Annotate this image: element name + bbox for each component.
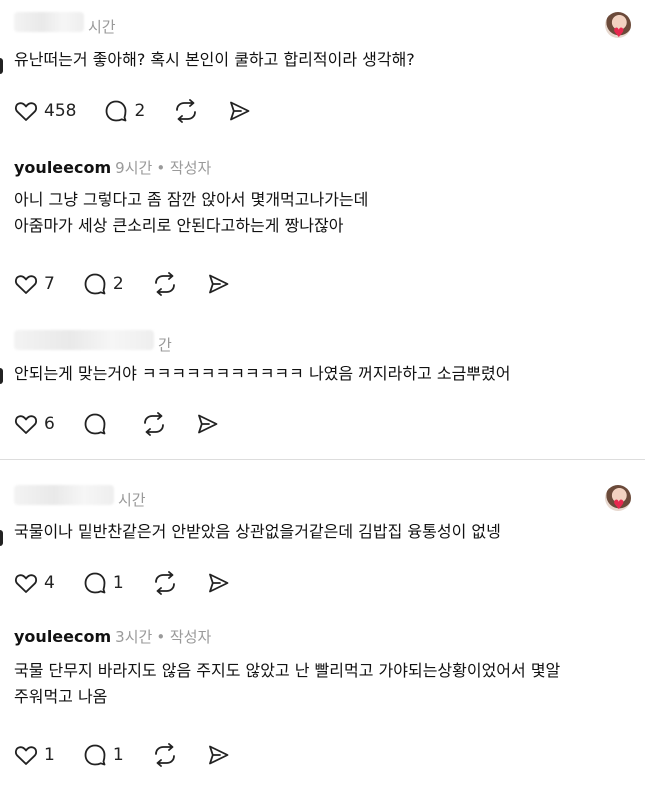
paper-plane-icon (197, 414, 218, 434)
comment-line: 국물 단무지 바라지도 않음 주지도 않았고 난 빨리먹고 가야되는상황이었어서… (14, 661, 561, 680)
timestamp: 시간 (118, 491, 146, 509)
like-button[interactable]: 458 (14, 100, 76, 122)
blurred-username (14, 485, 114, 505)
repost-button[interactable] (141, 412, 167, 436)
comment-text: 안되는게 맞는거야 ㅋㅋㅋㅋㅋㅋㅋㅋㅋㅋㅋ 나였음 꺼지라하고 소금뿌렸어 (14, 361, 510, 387)
comment-header: youleecom 9시간 • 작성자 (14, 157, 211, 178)
repost-button[interactable] (152, 272, 178, 296)
timestamp: 시간 (88, 18, 116, 36)
speech-bubble-icon (84, 273, 106, 295)
like-count: 458 (44, 101, 77, 121)
share-button[interactable] (195, 412, 219, 436)
share-button[interactable] (206, 571, 230, 595)
comment-line: 아니 그냥 그렇다고 좀 잠깐 앉아서 몇개먹고나가는데 (14, 190, 369, 209)
action-bar: 4 1 (14, 569, 258, 597)
comment-line: 유난떠는거 좋아해? 혹시 본인이 쿨하고 합리적이라 생각해? (14, 50, 415, 69)
comment-text: 국물이나 밑반찬같은거 안받았음 상관없을거같은데 김밥집 융통성이 없넹 (14, 519, 501, 545)
timestamp: 간 (158, 336, 172, 354)
like-count: 7 (44, 274, 55, 294)
repost-arrows-icon (154, 571, 175, 595)
username[interactable]: youleecom (14, 158, 111, 177)
repost-arrows-icon (154, 743, 175, 767)
reply-count: 1 (112, 573, 124, 593)
reply-count: 2 (112, 274, 124, 294)
reply-button[interactable] (83, 412, 113, 436)
thread-line (0, 530, 3, 546)
heart-outline-icon (14, 574, 38, 593)
like-button[interactable]: 4 (14, 572, 55, 594)
action-bar: 6 (14, 410, 247, 438)
speech-bubble-icon (84, 572, 106, 594)
timestamp: 3시간 (115, 628, 153, 646)
speech-bubble-icon (84, 744, 106, 766)
comment-line: 아줌마가 세상 큰소리로 안된다고하는게 짱나잖아 (14, 216, 344, 235)
reply-button[interactable]: 1 (83, 571, 124, 595)
comment-header: 간 (14, 330, 172, 355)
like-button[interactable]: 6 (14, 413, 55, 435)
timestamp: 9시간 (115, 159, 153, 177)
reply-button[interactable]: 1 (83, 743, 124, 767)
paper-plane-icon (208, 573, 229, 593)
heart-outline-icon (14, 102, 38, 121)
comment-line: 국물이나 밑반찬같은거 안받았음 상관없을거같은데 김밥집 융통성이 없넹 (14, 522, 501, 541)
blurred-username (14, 330, 154, 350)
repost-arrows-icon (154, 272, 175, 296)
share-button[interactable] (227, 99, 251, 123)
repost-arrows-icon (143, 412, 164, 436)
like-button[interactable]: 1 (14, 744, 55, 766)
action-bar: 1 1 (14, 741, 258, 769)
comment-text: 아니 그냥 그렇다고 좀 잠깐 앉아서 몇개먹고나가는데 아줌마가 세상 큰소리… (14, 187, 368, 239)
comment-header: youleecom 3시간 • 작성자 (14, 626, 211, 647)
speech-bubble-icon (84, 413, 106, 435)
reply-button[interactable]: 2 (104, 99, 145, 123)
author-tag: • 작성자 (156, 628, 212, 646)
action-bar: 458 2 (14, 97, 279, 125)
author-tag: • 작성자 (156, 159, 212, 177)
comment-line: 안되는게 맞는거야 ㅋㅋㅋㅋㅋㅋㅋㅋㅋㅋㅋ 나였음 꺼지라하고 소금뿌렸어 (14, 364, 511, 383)
like-count: 1 (44, 745, 55, 765)
repost-button[interactable] (173, 99, 199, 123)
comment-header: 시간 (14, 12, 116, 37)
thread-line (0, 368, 3, 384)
share-button[interactable] (206, 272, 230, 296)
action-bar: 7 2 (14, 270, 258, 298)
comment-text: 국물 단무지 바라지도 않음 주지도 않았고 난 빨리먹고 가야되는상황이었어서… (14, 658, 560, 710)
paper-plane-icon (208, 745, 229, 765)
reply-count: 1 (112, 745, 124, 765)
username[interactable]: youleecom (14, 627, 111, 646)
comment-line: 주워먹고 나옴 (14, 687, 108, 706)
repost-button[interactable] (152, 743, 178, 767)
reply-count: 2 (134, 101, 146, 121)
like-count: 4 (44, 573, 55, 593)
repost-button[interactable] (152, 571, 178, 595)
share-button[interactable] (206, 743, 230, 767)
repost-arrows-icon (176, 99, 197, 123)
liked-heart-icon: ♥ (613, 26, 625, 41)
comment-text: 유난떠는거 좋아해? 혹시 본인이 쿨하고 합리적이라 생각해? (14, 47, 415, 73)
speech-bubble-icon (106, 100, 127, 122)
like-count: 6 (44, 414, 55, 434)
blurred-username (14, 12, 84, 32)
like-button[interactable]: 7 (14, 273, 55, 295)
thread-line (0, 58, 3, 74)
reply-button[interactable]: 2 (83, 272, 124, 296)
heart-outline-icon (14, 415, 38, 434)
heart-outline-icon (14, 275, 38, 294)
heart-outline-icon (14, 746, 38, 765)
paper-plane-icon (208, 274, 229, 294)
paper-plane-icon (230, 101, 250, 121)
comment-header: 시간 (14, 485, 146, 510)
thread-divider (0, 459, 645, 460)
liked-heart-icon: ♥ (613, 498, 625, 513)
